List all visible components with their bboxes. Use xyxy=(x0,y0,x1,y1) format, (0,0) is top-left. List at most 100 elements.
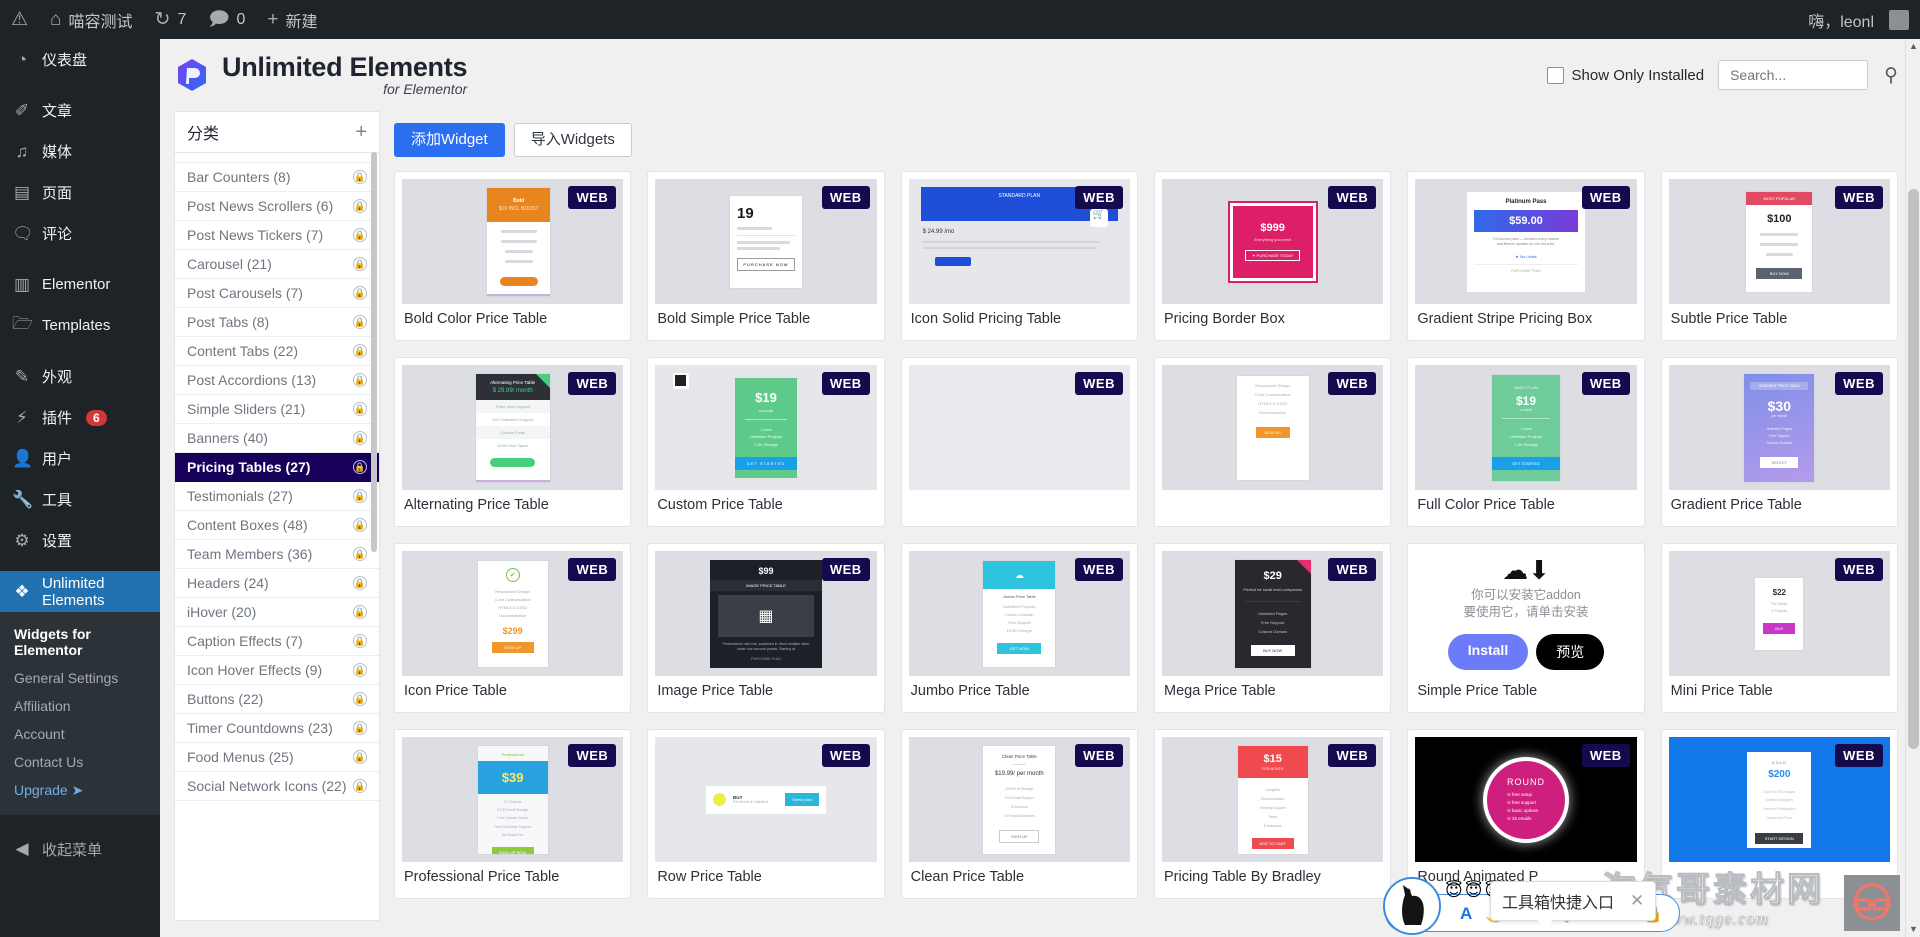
category-item[interactable]: Team Members (36) 🔒 xyxy=(175,540,379,569)
import-widgets-button[interactable]: 导入Widgets xyxy=(513,123,632,157)
widget-card[interactable]: ✔ Responsive Design Color Customization HT… xyxy=(394,543,632,713)
sidebar-item-外观[interactable]: ✎ 外观 xyxy=(0,356,160,397)
categories-list[interactable]: Bar Counters (8) 🔒 Post News Scrollers (6)… xyxy=(175,163,379,920)
new-content-button[interactable]: + 新建 xyxy=(256,0,328,39)
sidebar-item-文章[interactable]: ✐ 文章 xyxy=(0,90,160,131)
widget-card[interactable]: Clean Price Table $19.99/ per month 200G… xyxy=(900,729,1138,899)
submenu-item-upgrade[interactable]: Upgrade ➤ xyxy=(0,776,160,805)
category-item[interactable]: iHover (20) 🔒 xyxy=(175,598,379,627)
widget-title: Professional Price Table xyxy=(404,869,560,885)
category-item[interactable]: Post Tabs (8) 🔒 xyxy=(175,308,379,337)
submenu-item-affiliation[interactable]: Affiliation xyxy=(0,692,160,720)
sidebar-item-设置[interactable]: ⚙ 设置 xyxy=(0,520,160,561)
submenu-item-account[interactable]: Account xyxy=(0,720,160,748)
sidebar-item-templates[interactable]: 🗁 Templates xyxy=(0,305,160,346)
widget-card[interactable]: 19 PURCHASE NOW WEB Bold Simple Price Tabl… xyxy=(647,171,885,341)
sidebar-item-插件[interactable]: ⚡ 插件 6 xyxy=(0,397,160,438)
cat-avatar-icon[interactable] xyxy=(1383,877,1441,935)
comments-button[interactable]: 🗩 0 xyxy=(197,0,256,39)
sidebar-item-页面[interactable]: ▤ 页面 xyxy=(0,172,160,213)
widget-card[interactable]: BUY Per Month & Unlimited Select plan WEB… xyxy=(647,729,885,899)
web-badge: WEB xyxy=(1075,558,1123,581)
widget-card[interactable]: Alternating Price Table $ 29.99/ month T… xyxy=(394,357,632,527)
lock-icon: 🔒 xyxy=(353,721,367,735)
sidebar-item-unlimited-elements[interactable]: ❖ Unlimited Elements xyxy=(0,571,168,612)
widget-card[interactable]: STANDARD PLAN 🛒 $ 24.99 /mo WEB Icon Soli… xyxy=(900,171,1138,341)
submenu-item-widgets-for-elementor[interactable]: Widgets for Elementor xyxy=(0,620,160,664)
category-item[interactable]: Buttons (22) 🔒 xyxy=(175,685,379,714)
page-scrollbar[interactable]: ▲ ▼ xyxy=(1905,39,1920,937)
category-item[interactable]: Icon Hover Effects (9) 🔒 xyxy=(175,656,379,685)
close-icon[interactable]: ✕ xyxy=(1630,891,1644,911)
category-item[interactable]: Content Boxes (48) 🔒 xyxy=(175,511,379,540)
widget-card[interactable]: $29 Perfect for small level companies Un… xyxy=(1153,543,1392,713)
show-only-installed-label: Show Only Installed xyxy=(1571,66,1705,84)
widget-card[interactable]: $22 Per Month 5 Projects BUY WEB Mini Price… xyxy=(1660,543,1898,713)
scroll-up-arrow[interactable]: ▲ xyxy=(1906,39,1920,54)
add-category-button[interactable]: + xyxy=(355,122,367,142)
emoji-icon[interactable]: 😇 xyxy=(1445,881,1463,901)
search-icon[interactable]: ⚲ xyxy=(1884,64,1898,87)
category-item[interactable]: Food Menus (25) 🔒 xyxy=(175,743,379,772)
show-only-installed-toggle[interactable]: Show Only Installed xyxy=(1546,66,1705,84)
widget-card[interactable]: Professional $39 12 Projects 5 GB Cloud S… xyxy=(394,729,632,899)
search-box[interactable] xyxy=(1718,60,1869,90)
category-item[interactable]: Simple Sliders (21) 🔒 xyxy=(175,395,379,424)
font-icon[interactable]: A xyxy=(1460,905,1472,922)
sidebar-item-用户[interactable]: 👤 用户 xyxy=(0,438,160,479)
preview-button[interactable]: 预览 xyxy=(1536,633,1605,670)
widget-card[interactable]: Platinum Pass $59.00 Full access pass — … xyxy=(1407,171,1645,341)
category-item[interactable]: Post Accordions (13) 🔒 xyxy=(175,366,379,395)
search-input[interactable] xyxy=(1728,66,1859,84)
widget-card[interactable]: $15 PER MONTH Complete Documentation Worki… xyxy=(1153,729,1392,899)
widget-card[interactable]: ☁⬇ 你可以安装它addon 要使用它，请单击安装 Install 预览 Sim… xyxy=(1407,543,1645,713)
unlimited-elements-icon xyxy=(174,57,210,93)
category-item[interactable]: Content Tabs (22) 🔒 xyxy=(175,337,379,366)
category-label: Headers (24) xyxy=(187,575,269,591)
category-item[interactable]: Bar Counters (8) 🔒 xyxy=(175,163,379,192)
show-only-installed-checkbox[interactable] xyxy=(1546,66,1564,84)
widget-card[interactable]: Responsive Design Color Customization HT… xyxy=(1153,357,1392,527)
page-scrollbar-thumb[interactable] xyxy=(1908,189,1919,749)
category-item[interactable]: Pricing Tables (27) 🔒 xyxy=(175,453,379,482)
sidebar-item-elementor[interactable]: ▥ Elementor xyxy=(0,264,160,305)
updates-button[interactable]: ↻ 7 xyxy=(144,0,198,39)
category-item[interactable]: Post News Scrollers (6) 🔒 xyxy=(175,192,379,221)
widget-card[interactable]: WEB xyxy=(900,357,1138,527)
category-item[interactable]: Carousel (21) 🔒 xyxy=(175,250,379,279)
submenu-item-general-settings[interactable]: General Settings xyxy=(0,664,160,692)
categories-scrollbar[interactable] xyxy=(371,152,377,552)
widget-card[interactable]: BASIC PLAN $19 a month 1 User Unlimited P… xyxy=(1407,357,1645,527)
category-item[interactable]: Post Carousels (7) 🔒 xyxy=(175,279,379,308)
widget-card[interactable]: GRADIENT PRICE TABLE $30 per month Unlim… xyxy=(1660,357,1898,527)
install-button[interactable]: Install xyxy=(1447,633,1529,670)
submenu-item-contact-us[interactable]: Contact Us xyxy=(0,748,160,776)
sidebar-item-评论[interactable]: 🗨 评论 xyxy=(0,213,160,254)
sidebar-item-仪表盘[interactable]: ◔ 仪表盘 xyxy=(0,39,160,80)
widget-card[interactable]: $19 a month 1 User Unlimited Projects 1 Gb… xyxy=(647,357,885,527)
category-item[interactable]: Social Network Icons (22) 🔒 xyxy=(175,772,379,801)
account-menu[interactable]: 嗨，leonl xyxy=(1797,0,1920,39)
add-widget-button[interactable]: 添加Widget xyxy=(394,123,505,157)
site-name-button[interactable]: ⌂ 喵容测试 xyxy=(39,0,144,39)
scroll-down-arrow[interactable]: ▼ xyxy=(1906,922,1920,937)
widget-card[interactable]: Bold $19 INCL BOOST WEB Bold Color Price T… xyxy=(394,171,632,341)
category-item[interactable]: Caption Effects (7) 🔒 xyxy=(175,627,379,656)
collapse-menu-button[interactable]: ◀ 收起菜单 xyxy=(0,829,160,869)
emoji-icon[interactable]: 😇 xyxy=(1465,881,1483,901)
widget-title: Full Color Price Table xyxy=(1417,497,1555,513)
category-item[interactable]: Headers (24) 🔒 xyxy=(175,569,379,598)
category-item[interactable]: Testimonials (27) 🔒 xyxy=(175,482,379,511)
category-item[interactable]: Post News Tickers (7) 🔒 xyxy=(175,221,379,250)
sidebar-item-工具[interactable]: 🔧 工具 xyxy=(0,479,160,520)
category-item[interactable]: Timer Countdowns (23) 🔒 xyxy=(175,714,379,743)
widget-card[interactable]: $999 Everything you need ✦ PURCHASE TODA… xyxy=(1153,171,1392,341)
widget-card[interactable]: MOST POPULAR $100 BUY NOW WEB Subtle Price… xyxy=(1660,171,1898,341)
unlimited-elements-submenu: Widgets for Elementor General Settings Aff… xyxy=(0,612,160,815)
widget-card[interactable]: ☁ Jumbo Price Table Unlimited Projects Cu… xyxy=(900,543,1138,713)
widget-card[interactable]: $99 IMAGE PRICE TABLE ▦ Performance rati… xyxy=(647,543,885,713)
sidebar-item-媒体[interactable]: ♫ 媒体 xyxy=(0,131,160,172)
category-item[interactable]: Banners (40) 🔒 xyxy=(175,424,379,453)
wp-logo-button[interactable]: ⚠ xyxy=(0,0,39,39)
lock-icon: 🔒 xyxy=(353,518,367,532)
